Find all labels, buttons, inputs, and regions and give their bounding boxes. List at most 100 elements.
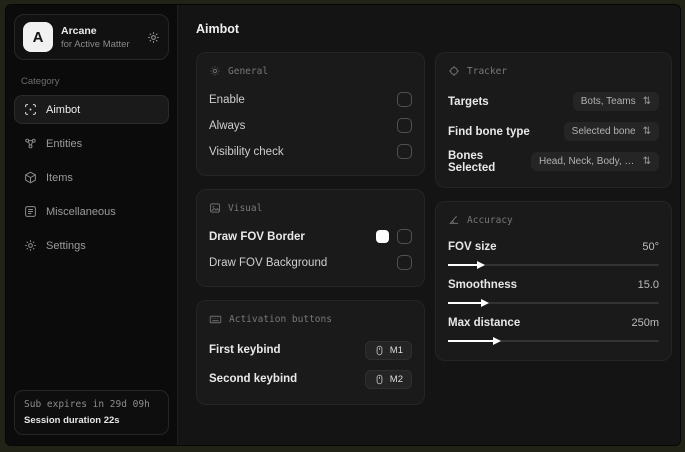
- dropdown-value: Selected bone: [571, 126, 636, 137]
- bones-selected-dropdown[interactable]: Head, Neck, Body, Pe… ⇅: [531, 152, 659, 171]
- session-duration-text: Session duration 22s: [24, 415, 120, 426]
- panel-title: General: [228, 65, 269, 77]
- draw-fov-background-checkbox[interactable]: [397, 255, 412, 270]
- panel-visual-header: Visual: [209, 202, 412, 214]
- sidebar-item-label: Settings: [46, 239, 86, 252]
- slider-max-distance: Max distance 250m: [448, 313, 659, 345]
- sidebar-item-label: Miscellaneous: [46, 205, 116, 218]
- setting-label: Second keybind: [209, 373, 298, 385]
- keyboard-icon: [209, 313, 222, 326]
- target-icon: [448, 65, 460, 77]
- slider-fill[interactable]: [448, 336, 502, 345]
- cube-icon: [24, 171, 37, 184]
- brand-card: A Arcane for Active Matter: [14, 14, 169, 60]
- sidebar-item-settings[interactable]: Settings: [14, 231, 169, 260]
- slider-label: Smoothness: [448, 279, 518, 291]
- mouse-icon: [374, 374, 385, 385]
- panel-visual: Visual Draw FOV Border Draw FOV Backgrou…: [196, 189, 425, 287]
- panel-title: Tracker: [467, 65, 508, 77]
- dropdown-value: Bots, Teams: [580, 96, 636, 107]
- unfold-icon: ⇅: [642, 95, 651, 107]
- targets-dropdown[interactable]: Bots, Teams ⇅: [572, 92, 659, 111]
- setting-row-always: Always: [209, 114, 412, 137]
- slider-value: 50°: [642, 241, 659, 253]
- first-keybind-button[interactable]: M1: [364, 340, 412, 360]
- main-content: Aimbot General Enable Always Visibility …: [178, 5, 680, 445]
- angle-icon: [448, 214, 460, 226]
- panel-title: Activation buttons: [229, 314, 332, 325]
- sidebar-item-label: Entities: [46, 137, 83, 150]
- setting-row-second-keybind: Second keybind M2: [209, 366, 412, 392]
- setting-label: Enable: [209, 93, 245, 106]
- setting-row-first-keybind: First keybind M1: [209, 337, 412, 363]
- second-keybind-button[interactable]: M2: [364, 369, 412, 389]
- setting-label: Targets: [448, 95, 489, 108]
- panel-tracker: Tracker Targets Bots, Teams ⇅ Find bone …: [435, 52, 672, 188]
- setting-label: Draw FOV Border: [209, 230, 305, 243]
- draw-fov-border-checkbox[interactable]: [397, 229, 412, 244]
- panel-accuracy-header: Accuracy: [448, 214, 659, 226]
- gear-icon[interactable]: [147, 31, 160, 44]
- sidebar-item-miscellaneous[interactable]: Miscellaneous: [14, 197, 169, 226]
- setting-row-enable: Enable: [209, 88, 412, 111]
- setting-label: Find bone type: [448, 125, 530, 138]
- entities-icon: [24, 137, 37, 150]
- always-checkbox[interactable]: [397, 118, 412, 133]
- smoothness-slider[interactable]: [448, 298, 659, 307]
- brand-subtitle: for Active Matter: [61, 38, 130, 50]
- setting-label: Draw FOV Background: [209, 256, 328, 269]
- max-distance-slider[interactable]: [448, 336, 659, 345]
- sub-expires-text: Sub expires in 29d 09h: [24, 399, 150, 410]
- sidebar-item-items[interactable]: Items: [14, 163, 169, 192]
- slider-fov-size: FOV size 50°: [448, 237, 659, 269]
- keybind-value: M1: [389, 344, 403, 356]
- image-icon: [209, 202, 221, 214]
- panel-tracker-header: Tracker: [448, 65, 659, 77]
- unfold-icon: ⇅: [642, 125, 651, 137]
- setting-label: Visibility check: [209, 145, 284, 158]
- dropdown-value: Head, Neck, Body, Pe…: [539, 156, 636, 167]
- gear-icon: [24, 239, 37, 252]
- panel-title: Visual: [228, 202, 263, 214]
- brand-name: Arcane: [61, 24, 97, 37]
- sidebar: A Arcane for Active Matter Category Aimb: [6, 5, 178, 445]
- sidebar-item-label: Items: [46, 171, 73, 184]
- setting-row-draw-fov-border: Draw FOV Border: [209, 225, 412, 248]
- brand-text: Arcane for Active Matter: [61, 25, 130, 50]
- visibility-check-checkbox[interactable]: [397, 144, 412, 159]
- sidebar-item-aimbot[interactable]: Aimbot: [14, 95, 169, 124]
- list-icon: [24, 205, 37, 218]
- slider-value: 250m: [631, 317, 659, 329]
- find-bone-type-dropdown[interactable]: Selected bone ⇅: [563, 122, 659, 141]
- panel-accuracy: Accuracy FOV size 50° Smoothness 15.0 Ma…: [435, 201, 672, 361]
- panel-title: Accuracy: [467, 214, 513, 226]
- app-window: A Arcane for Active Matter Category Aimb: [5, 4, 681, 446]
- fov-size-slider[interactable]: [448, 260, 659, 269]
- setting-label: First keybind: [209, 344, 281, 356]
- slider-fill[interactable]: [448, 298, 489, 307]
- slider-value: 15.0: [637, 279, 659, 291]
- setting-label: Always: [209, 119, 246, 132]
- sidebar-item-entities[interactable]: Entities: [14, 129, 169, 158]
- slider-smoothness: Smoothness 15.0: [448, 275, 659, 307]
- panel-general-header: General: [209, 65, 412, 77]
- panel-general: General Enable Always Visibility check: [196, 52, 425, 176]
- mouse-icon: [374, 345, 385, 356]
- panel-activation-buttons: Activation buttons First keybind M1 Seco…: [196, 300, 425, 405]
- keybind-value: M2: [389, 373, 403, 385]
- enable-checkbox[interactable]: [397, 92, 412, 107]
- slider-fill[interactable]: [448, 260, 484, 269]
- setting-row-bones-selected: Bones Selected Head, Neck, Body, Pe… ⇅: [448, 148, 659, 175]
- slider-label: FOV size: [448, 241, 497, 253]
- setting-row-targets: Targets Bots, Teams ⇅: [448, 88, 659, 115]
- setting-label: Bones Selected: [448, 149, 496, 174]
- unfold-icon: ⇅: [642, 155, 651, 167]
- setting-row-find-bone-type: Find bone type Selected bone ⇅: [448, 118, 659, 145]
- brand-logo: A: [23, 22, 53, 52]
- color-swatch[interactable]: [376, 230, 389, 243]
- sidebar-item-label: Aimbot: [46, 103, 81, 116]
- slider-label: Max distance: [448, 317, 521, 329]
- sun-icon: [209, 65, 221, 77]
- page-title: Aimbot: [196, 22, 240, 36]
- panel-activation-header: Activation buttons: [209, 313, 412, 326]
